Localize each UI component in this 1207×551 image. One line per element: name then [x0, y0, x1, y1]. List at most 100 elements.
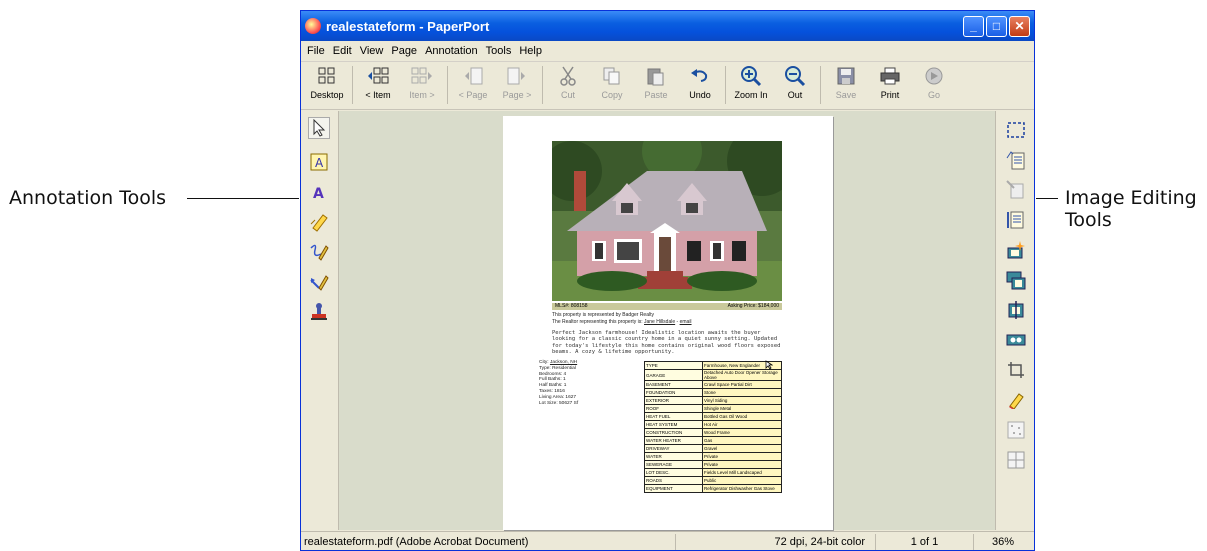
- table-row: ROADS Public: [644, 476, 782, 485]
- spec-value: Bottled Gas Oil Wood: [702, 412, 782, 421]
- menu-help[interactable]: Help: [517, 45, 548, 57]
- close-button[interactable]: ✕: [1009, 15, 1030, 37]
- sparkle-icon[interactable]: [1005, 239, 1027, 261]
- dots-icon[interactable]: [1005, 419, 1027, 441]
- spec-key: EXTERIOR: [644, 396, 703, 405]
- table-row: HEAT FUEL Bottled Gas Oil Wood: [644, 412, 782, 421]
- annotation-tools-panel: A A: [301, 111, 339, 530]
- svg-text:A: A: [313, 186, 324, 201]
- paste-button[interactable]: Paste: [634, 62, 678, 100]
- menu-bar: File Edit View Page Annotation Tools Hel…: [301, 41, 1034, 62]
- spec-key: LOT DESC.: [644, 468, 703, 477]
- freehand-pen-icon[interactable]: [308, 241, 330, 263]
- spec-value: Vinyl Siding: [702, 396, 782, 405]
- title-bar[interactable]: realestateform - PaperPort _ □ ✕: [301, 11, 1034, 41]
- zoom-out-label: Out: [787, 90, 803, 100]
- toolbar-separator: [820, 66, 821, 104]
- window-title: realestateform - PaperPort: [326, 18, 490, 34]
- toolbar-separator: [447, 66, 448, 104]
- city-link[interactable]: Jackson, NH: [550, 360, 577, 365]
- spec-value: Gas: [702, 436, 782, 445]
- prev-page-icon: [462, 65, 484, 87]
- document-page[interactable]: MLS#: 808158 Asking Price: $184,000 This…: [503, 116, 833, 530]
- annotation-tools-callout: Annotation Tools: [9, 187, 167, 209]
- spec-value: Private: [702, 452, 782, 461]
- spec-key: BASEMENT: [644, 380, 703, 389]
- table-row: HEAT SYSTEM Hot Air: [644, 420, 782, 429]
- spec-key: HEAT SYSTEM: [644, 420, 703, 429]
- photo-icon[interactable]: [1005, 269, 1027, 291]
- spec-value: Fields Level Mill Landscaped: [702, 468, 782, 477]
- menu-file[interactable]: File: [305, 45, 331, 57]
- marquee-select-icon[interactable]: [1005, 119, 1027, 141]
- cut-button[interactable]: Cut: [546, 62, 590, 100]
- go-label: Go: [927, 90, 940, 100]
- represented-text: This property is represented by Badger R…: [552, 312, 654, 318]
- zoom-out-button[interactable]: Out: [773, 62, 817, 100]
- table-row: EXTERIOR Vinyl Siding: [644, 396, 782, 405]
- crop-icon[interactable]: [1005, 359, 1027, 381]
- desktop-button[interactable]: Desktop: [305, 62, 349, 100]
- table-row: WATER HEATER Gas: [644, 436, 782, 445]
- next-item-button[interactable]: Item >: [400, 62, 444, 100]
- realtor-email-link[interactable]: email: [680, 319, 692, 325]
- zoom-in-button[interactable]: Zoom In: [729, 62, 773, 100]
- eraser-icon[interactable]: [1005, 389, 1027, 411]
- document-workarea[interactable]: A A MLS#: 808158 Asking Price: $184,000 …: [301, 111, 1034, 530]
- text-box-note-icon[interactable]: A: [308, 151, 330, 173]
- table-row: ROOF Shingle Metal: [644, 404, 782, 413]
- arrow-pen-icon[interactable]: [308, 271, 330, 293]
- spec-key: TYPE: [644, 361, 703, 370]
- table-row: LOT DESC. Fields Level Mill Landscaped: [644, 468, 782, 477]
- toolbar-separator: [725, 66, 726, 104]
- spec-key: DRIVEWAY: [644, 444, 703, 453]
- highlighter-icon[interactable]: [308, 211, 330, 233]
- save-label: Save: [835, 90, 857, 100]
- maximize-button[interactable]: □: [986, 15, 1007, 37]
- spec-key: CONSTRUCTION: [644, 428, 703, 437]
- print-button[interactable]: Print: [868, 62, 912, 100]
- menu-edit[interactable]: Edit: [331, 45, 358, 57]
- status-file-info: realestateform.pdf (Adobe Acrobat Docume…: [301, 534, 676, 550]
- image-editing-tools-panel: [995, 111, 1034, 530]
- go-button[interactable]: Go: [912, 62, 956, 100]
- paperport-window: realestateform - PaperPort _ □ ✕ File Ed…: [300, 10, 1035, 551]
- status-zoom-level: 36%: [991, 536, 1015, 548]
- prev-page-button[interactable]: < Page: [451, 62, 495, 100]
- straighten-icon[interactable]: [1005, 299, 1027, 321]
- grid-icon[interactable]: [1005, 449, 1027, 471]
- text-tool-icon[interactable]: A: [308, 181, 330, 203]
- copy-button[interactable]: Copy: [590, 62, 634, 100]
- svg-text:A: A: [315, 156, 324, 170]
- undo-button[interactable]: Undo: [678, 62, 722, 100]
- menu-tools[interactable]: Tools: [484, 45, 518, 57]
- annotation-tools-callout-line: [187, 198, 299, 199]
- menu-annotation[interactable]: Annotation: [423, 45, 484, 57]
- spec-key: ROADS: [644, 476, 703, 485]
- cut-label: Cut: [560, 90, 575, 100]
- select-arrow-icon[interactable]: [308, 117, 330, 139]
- red-eye-icon[interactable]: [1005, 329, 1027, 351]
- spec-key: SEWERAGE: [644, 460, 703, 469]
- page-edit-icon[interactable]: [1005, 209, 1027, 231]
- prev-item-label: < Item: [365, 90, 391, 100]
- fact-city-label: City:: [539, 360, 550, 365]
- spec-key: WATER HEATER: [644, 436, 703, 445]
- realtor-link[interactable]: Jane Hillsdale: [644, 319, 675, 325]
- spec-value: Wood Frame: [702, 428, 782, 437]
- spec-value: Gravel: [702, 444, 782, 453]
- save-button[interactable]: Save: [824, 62, 868, 100]
- enhance-icon[interactable]: [1005, 179, 1027, 201]
- minimize-button[interactable]: _: [963, 15, 984, 37]
- menu-view[interactable]: View: [358, 45, 390, 57]
- spec-value: Detached Auto Door Opener Storage Above: [702, 369, 782, 381]
- prev-item-button[interactable]: < Item: [356, 62, 400, 100]
- menu-page[interactable]: Page: [389, 45, 423, 57]
- table-row: TYPE Farmhouse, New Englander: [644, 361, 782, 370]
- page-properties-icon[interactable]: [1005, 149, 1027, 171]
- next-page-button[interactable]: Page >: [495, 62, 539, 100]
- main-toolbar: Desktop < Item Item > < Page Page > Cut …: [301, 62, 1034, 110]
- spec-value: Crawl Space Partial Dirt: [702, 380, 782, 389]
- stamp-icon[interactable]: [308, 301, 330, 323]
- desktop-label: Desktop: [310, 90, 344, 100]
